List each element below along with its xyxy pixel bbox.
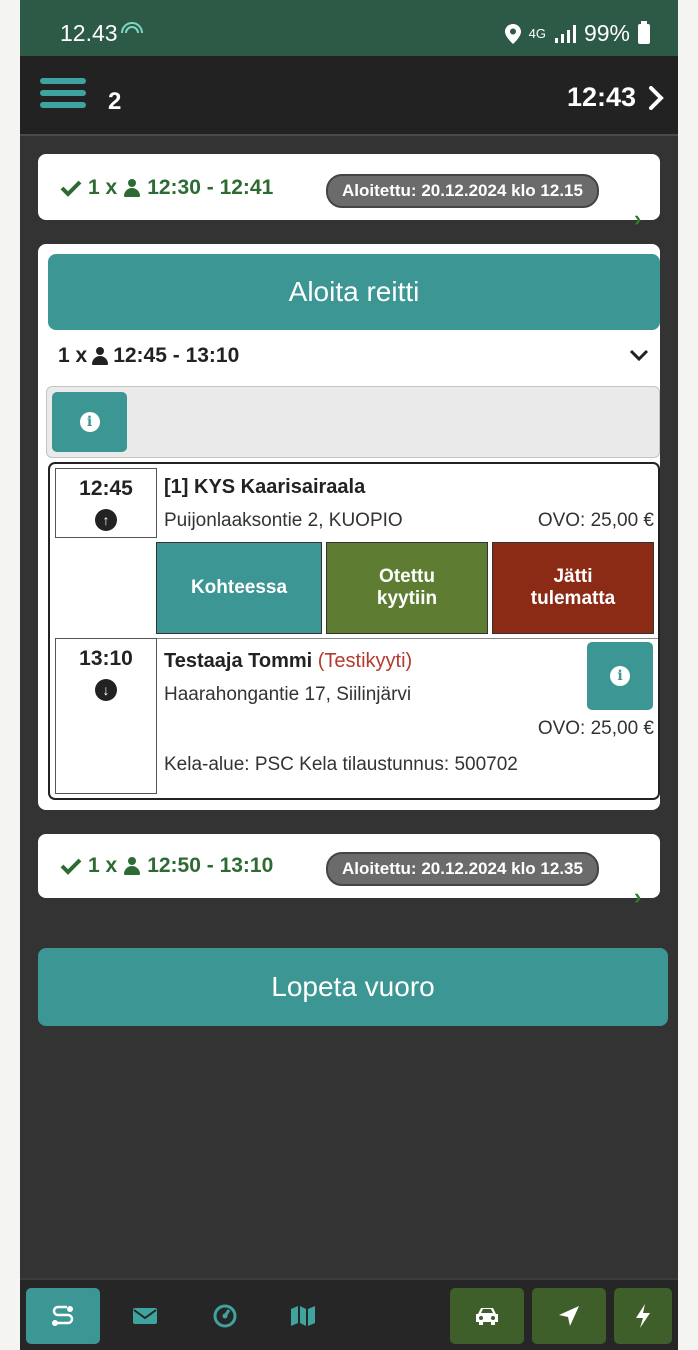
- nav-vehicle[interactable]: [450, 1288, 524, 1344]
- active-ride-card: Aloita reitti 1 x 12:45 - 13:10 i 12:45 …: [38, 244, 660, 810]
- clock-button[interactable]: 12:43: [567, 82, 664, 113]
- passenger-count: 1 x: [88, 176, 118, 199]
- chevron-right-icon: ›: [634, 884, 642, 909]
- map-icon: [291, 1306, 315, 1326]
- nav-messages[interactable]: [108, 1288, 182, 1344]
- arrow-down-icon: ↓: [95, 679, 117, 701]
- stop-time: 13:10: [79, 647, 133, 670]
- chevron-right-icon: ›: [634, 206, 642, 231]
- ride-card-completed-1[interactable]: 1 x 12:30 - 12:41 Aloitettu: 20.12.2024 …: [38, 154, 660, 231]
- test-ride-tag: (Testikyyti): [317, 650, 413, 672]
- passenger-count: 1 x: [88, 854, 118, 877]
- stop-time: 12:45: [79, 477, 133, 500]
- ride-summary: 1 x 12:50 - 13:10: [60, 854, 273, 878]
- battery-icon: [638, 20, 650, 44]
- stop-name: [1] KYS Kaarisairaala: [164, 476, 366, 498]
- stop-time-box: 13:10 ↓: [55, 638, 157, 794]
- check-icon: [60, 180, 82, 197]
- battery-level: 99%: [583, 20, 630, 46]
- arrow-up-icon: ↑: [95, 509, 117, 531]
- nav-dashboard[interactable]: [188, 1288, 262, 1344]
- ride-time-range: 12:50 - 13:10: [147, 854, 274, 877]
- stop-time-box: 12:45 ↑: [55, 468, 157, 538]
- nav-quick-action[interactable]: [614, 1288, 672, 1344]
- app-screen: 12.43 4G 99% 2 12:43 1 x 12:30 - 12:41 A…: [20, 0, 678, 1350]
- route-icon: [52, 1305, 74, 1326]
- ride-time-range: 12:30 - 12:41: [147, 176, 274, 199]
- network-type: 4G: [528, 25, 546, 41]
- no-show-button[interactable]: Jätti tulematta: [492, 542, 654, 634]
- passenger-count: 1 x: [58, 344, 88, 367]
- stop-price: OVO: 25,00 €: [537, 718, 654, 739]
- app-notification-icon: [120, 20, 144, 47]
- location-arrow-icon: [559, 1306, 579, 1326]
- dashboard-icon: [213, 1304, 237, 1328]
- stop-divider: [156, 638, 658, 639]
- status-bar: 12.43 4G 99%: [20, 0, 678, 56]
- stop-address: Haarahongantie 17, Siilinjärvi: [164, 684, 412, 705]
- passenger-name: Testaaja Tommi: [164, 650, 313, 672]
- person-icon: [123, 179, 141, 197]
- picked-up-label-2: kyytiin: [376, 588, 438, 609]
- stop-info-button[interactable]: i: [587, 642, 653, 710]
- info-icon: i: [610, 666, 630, 686]
- nav-navigate[interactable]: [532, 1288, 606, 1344]
- arrived-button[interactable]: Kohteessa: [156, 542, 322, 634]
- check-icon: [60, 858, 82, 875]
- clock-time: 12:43: [566, 82, 636, 112]
- chevron-right-icon: [649, 85, 664, 110]
- stops-list: 12:45 ↑ [1] KYS Kaarisairaala Puijonlaak…: [48, 462, 660, 800]
- chevron-down-icon: [629, 349, 649, 362]
- ride-info-button[interactable]: i: [52, 392, 127, 452]
- person-icon: [91, 347, 109, 365]
- menu-button[interactable]: [40, 78, 86, 112]
- ride-time-range: 12:45 - 13:10: [113, 344, 240, 367]
- ride-summary: 1 x 12:30 - 12:41: [60, 176, 273, 200]
- nav-route[interactable]: [26, 1288, 100, 1344]
- start-route-button[interactable]: Aloita reitti: [48, 254, 660, 330]
- ride-count: 2: [108, 88, 122, 115]
- status-badge: Aloitettu: 20.12.2024 klo 12.15: [326, 174, 599, 208]
- person-icon: [123, 857, 141, 875]
- nav-map[interactable]: [266, 1288, 340, 1344]
- bolt-icon: [636, 1304, 650, 1328]
- bottom-nav: [20, 1278, 678, 1350]
- ride-card-completed-2[interactable]: 1 x 12:50 - 13:10 Aloitettu: 20.12.2024 …: [38, 834, 660, 909]
- ride-header[interactable]: 1 x 12:45 - 13:10: [58, 344, 650, 368]
- status-right: 4G 99%: [504, 20, 650, 47]
- no-show-label-2: tulematta: [530, 588, 616, 609]
- picked-up-button[interactable]: Otettu kyytiin: [326, 542, 488, 634]
- car-icon: [476, 1308, 498, 1325]
- signal-icon: [554, 24, 576, 43]
- mail-icon: [133, 1308, 157, 1324]
- picked-up-label-1: Otettu: [379, 566, 435, 587]
- info-icon: i: [79, 412, 100, 432]
- location-icon: [504, 23, 521, 44]
- stop-order-info: Kela-alue: PSC Kela tilaustunnus: 500702: [164, 754, 518, 775]
- end-shift-button[interactable]: Lopeta vuoro: [38, 948, 668, 1026]
- stop-name: Testaaja Tommi (Testikyyti): [164, 650, 412, 673]
- ride-info-strip: i: [46, 386, 660, 458]
- no-show-label-1: Jätti: [553, 566, 593, 587]
- status-time: 12.43: [60, 20, 118, 46]
- top-bar: 2 12:43: [20, 56, 678, 136]
- stop-price: OVO: 25,00 €: [537, 510, 654, 531]
- status-badge: Aloitettu: 20.12.2024 klo 12.35: [326, 852, 599, 886]
- stop-address: Puijonlaaksontie 2, KUOPIO: [164, 510, 403, 531]
